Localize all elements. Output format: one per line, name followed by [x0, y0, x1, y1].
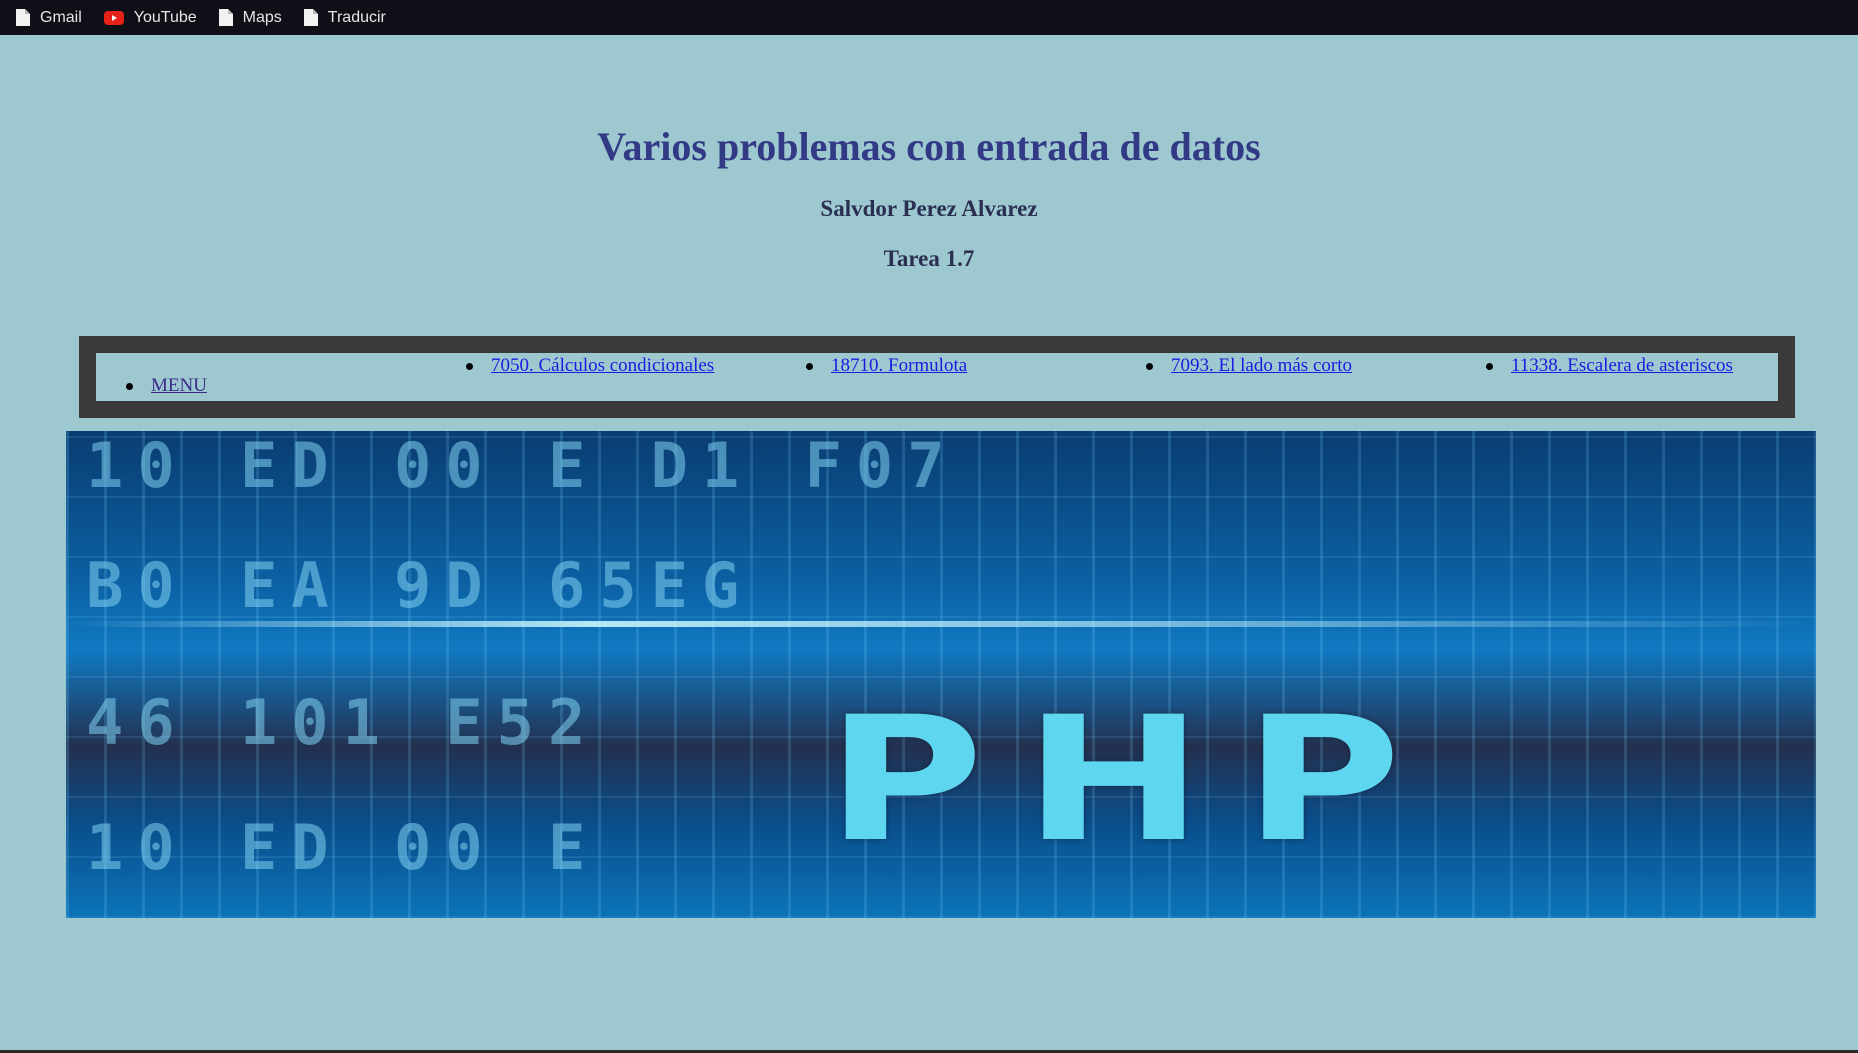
nav-link-18710[interactable]: 18710. Formulota [831, 355, 967, 377]
banner-code-row: 10 ED 00 E D1 F07 [86, 431, 959, 502]
nav-item-7093: 7093. El lado más corto [1146, 355, 1352, 377]
menu-link[interactable]: MENU [151, 375, 207, 397]
bookmarks-bar: Gmail YouTube Maps Traducir [0, 0, 1858, 35]
document-icon [218, 9, 233, 26]
author-name: Salvdor Perez Alvarez [820, 196, 1038, 221]
bookmark-label: Gmail [40, 8, 82, 26]
document-icon [16, 9, 30, 26]
bookmark-traducir[interactable]: Traducir [296, 5, 394, 31]
nav-link-11338[interactable]: 11338. Escalera de asteriscos [1511, 355, 1733, 377]
nav-item-11338: 11338. Escalera de asteriscos [1486, 355, 1733, 377]
nav-item-menu: MENU [126, 375, 207, 397]
bullet-icon [466, 362, 473, 370]
bookmark-label: Traducir [327, 8, 386, 26]
youtube-icon [103, 10, 124, 25]
nav-item-18710: 18710. Formulota [806, 355, 967, 377]
php-logo-text: PHP [826, 679, 1442, 880]
bookmark-label: YouTube [133, 8, 197, 26]
bullet-icon [1146, 362, 1153, 370]
bookmark-gmail[interactable]: Gmail [8, 5, 90, 31]
banner-light-line [66, 621, 1816, 627]
banner-code-row: 10 ED 00 E [86, 811, 600, 884]
banner-code-row: B0 EA 9D 65EG [86, 549, 754, 622]
nav-link-7093[interactable]: 7093. El lado más corto [1171, 355, 1352, 377]
bookmark-maps[interactable]: Maps [211, 5, 290, 31]
task-label: Tarea 1.7 [883, 246, 975, 271]
bullet-icon [806, 362, 813, 370]
bookmark-youtube[interactable]: YouTube [96, 5, 205, 31]
nav-menu: MENU 7050. Cálculos condicionales 18710.… [79, 336, 1795, 418]
bullet-icon [1486, 362, 1493, 370]
nav-link-7050[interactable]: 7050. Cálculos condicionales [491, 355, 714, 377]
bookmark-label: Maps [242, 8, 282, 26]
nav-list: MENU 7050. Cálculos condicionales 18710.… [96, 353, 1778, 401]
nav-item-7050: 7050. Cálculos condicionales [466, 355, 714, 377]
document-icon [303, 9, 318, 26]
bullet-icon [126, 382, 133, 390]
banner-code-row: 46 101 E52 [86, 686, 600, 759]
php-banner-image: 10 ED 00 E D1 F07 B0 EA 9D 65EG 46 101 E… [66, 431, 1816, 918]
page-title: Varios problemas con entrada de datos [597, 124, 1261, 169]
